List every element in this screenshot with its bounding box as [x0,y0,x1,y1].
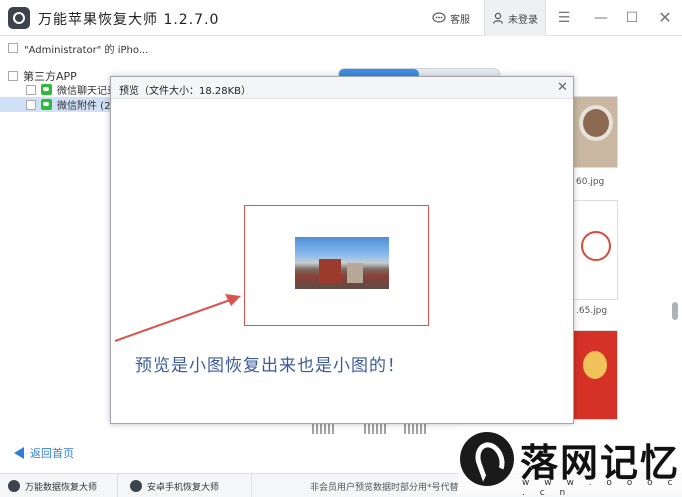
login-label: 未登录 [508,14,538,26]
qr-code-image [404,424,428,434]
android-recovery-link[interactable]: 安卓手机恢复大师 [122,474,252,497]
back-home-button[interactable]: 返回首页 [14,445,74,461]
data-recovery-link[interactable]: 万能数据恢复大师 [0,474,118,497]
watermark-url: w w w . o o o c . c n [522,478,679,497]
wechat-icon [41,84,52,95]
device-checkbox[interactable] [8,43,18,53]
title-bar: 万能苹果恢复大师 1.2.7.0 客服 未登录 ☰ — ☐ ✕ [0,0,682,36]
file-name: 60.jpg [576,177,605,187]
watermark-logo-icon [460,432,514,486]
device-label: "Administrator" 的 iPho... [24,44,149,56]
food-image [579,105,613,141]
customer-service-button[interactable]: 客服 [432,0,470,36]
screenshot-image [581,231,611,261]
customer-service-label: 客服 [450,14,470,26]
device-row: "Administrator" 的 iPho... [0,36,682,60]
file-name: .65.jpg [576,306,608,316]
watermark: 落网记忆 w w w . o o o c . c n [458,426,682,497]
wechat-icon [41,99,52,110]
file-thumbnail[interactable] [572,330,618,420]
user-icon [492,12,504,24]
login-button[interactable]: 未登录 [484,0,546,36]
file-thumbnail[interactable] [572,200,618,300]
app-logo-icon [8,7,30,29]
back-home-label: 返回首页 [30,447,74,460]
app-logo-icon [130,480,142,492]
annotation-caption: 预览是小图恢复出来也是小图的！ [135,356,405,376]
tree-root-checkbox[interactable] [8,71,18,81]
tree-item-checkbox[interactable] [26,84,36,95]
back-arrow-icon [14,447,24,459]
menu-icon[interactable]: ☰ [556,10,572,26]
status-item-label: 万能数据恢复大师 [25,482,98,493]
minimize-icon[interactable]: — [593,10,609,26]
chat-bubble-icon [432,12,446,23]
scrollbar-thumb[interactable] [672,302,678,320]
tree-item-checkbox[interactable] [26,99,36,110]
status-item-label: 安卓手机恢复大师 [147,482,220,493]
red-envelope-image [583,351,607,379]
maximize-icon[interactable]: ☐ [624,10,640,26]
file-thumbnail[interactable] [572,96,618,168]
qr-code-image [364,424,388,434]
member-notice: 非会员用户预览数据时部分用*号代替 [310,482,459,493]
qr-code-image [312,424,336,434]
tree-item-label: 微信聊天记录 [57,86,117,97]
preview-dialog: 预览（文件大小：18.28KB） ✕ 预览是小图恢复出来也是小图的！ [110,76,574,424]
app-title: 万能苹果恢复大师 1.2.7.0 [38,12,220,28]
app-logo-icon [8,480,20,492]
close-icon[interactable]: ✕ [657,10,673,26]
tree-item-wechat-chat[interactable]: 微信聊天记录 [26,82,117,97]
app-window: 万能苹果恢复大师 1.2.7.0 客服 未登录 ☰ — ☐ ✕ "Adminis… [0,0,682,497]
